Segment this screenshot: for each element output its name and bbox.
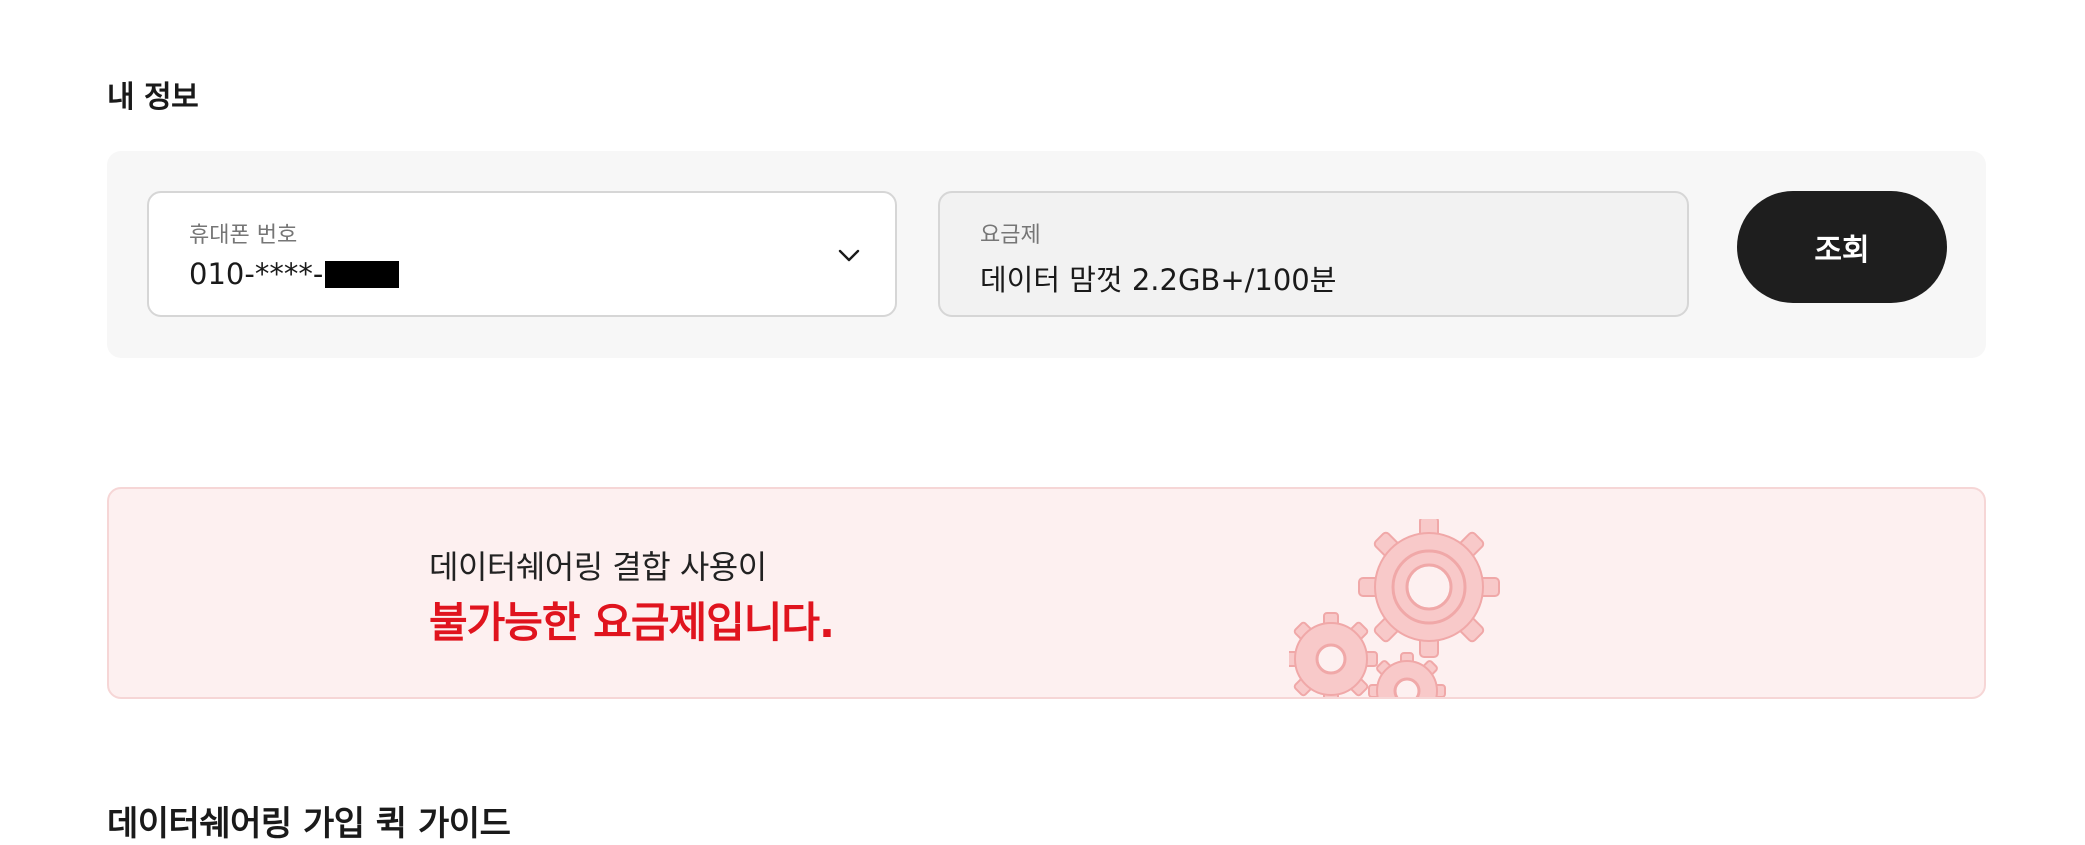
plan-field: 요금제 데이터 맘껏 2.2GB+/100분 xyxy=(938,191,1689,317)
phone-number-label: 휴대폰 번호 xyxy=(189,223,298,248)
chevron-down-icon[interactable] xyxy=(837,243,861,267)
my-info-title: 내 정보 xyxy=(107,80,199,115)
my-info-panel: 휴대폰 번호 010-****- 요금제 데이터 맘껏 2.2GB+/100분 … xyxy=(107,151,1986,358)
phone-number-text: 010-****- xyxy=(189,257,324,291)
guide-title: 데이터쉐어링 가입 퀵 가이드 xyxy=(107,804,511,844)
phone-number-select[interactable]: 휴대폰 번호 010-****- xyxy=(147,191,897,317)
gears-icon xyxy=(1289,519,1500,697)
query-button[interactable]: 조회 xyxy=(1737,191,1947,303)
notice-banner: 데이터쉐어링 결합 사용이 불가능한 요금제입니다. xyxy=(107,487,1986,699)
redaction-block xyxy=(325,260,400,288)
notice-line2: 불가능한 요금제입니다. xyxy=(429,598,835,647)
notice-line1: 데이터쉐어링 결합 사용이 xyxy=(429,548,767,586)
plan-value: 데이터 맘껏 2.2GB+/100분 xyxy=(980,263,1337,297)
phone-number-value: 010-****- xyxy=(189,257,400,291)
plan-label: 요금제 xyxy=(980,223,1041,248)
